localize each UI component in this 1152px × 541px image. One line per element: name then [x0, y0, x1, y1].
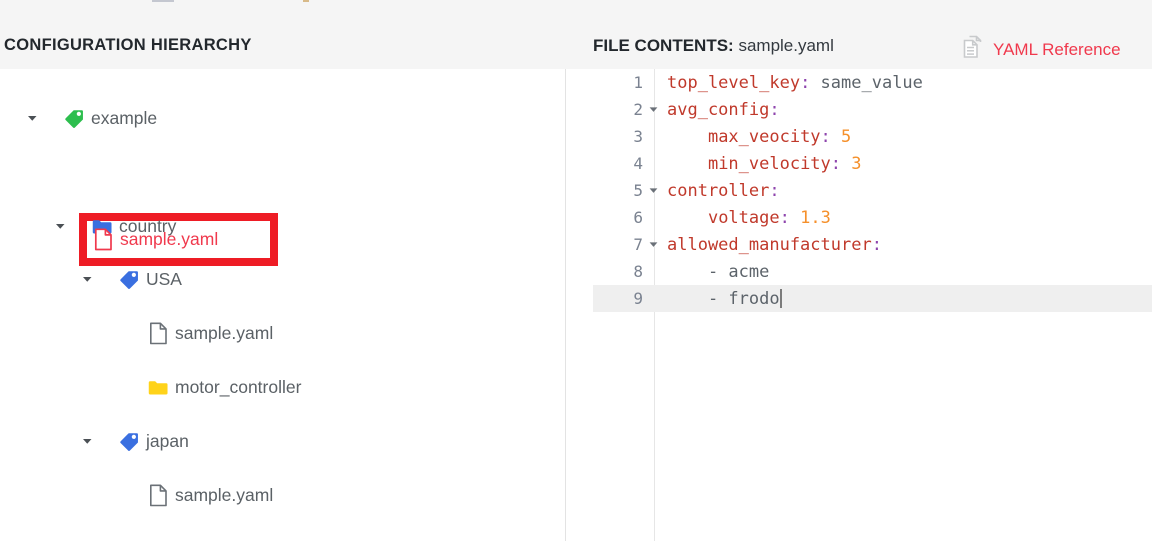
- chevron-down-icon[interactable]: [82, 427, 93, 455]
- yaml-reference-label: YAML Reference: [993, 39, 1121, 59]
- code-line[interactable]: 3 max_veocity: 5: [593, 123, 1152, 150]
- tag-green-icon: [64, 107, 84, 129]
- line-number: 2: [633, 100, 643, 119]
- line-number: 3: [633, 127, 643, 146]
- token-colon: :: [769, 99, 780, 120]
- code-lines: 1 top_level_key: same_value 2 avg_config: 3 …: [593, 69, 1152, 312]
- code-line[interactable]: 6 voltage: 1.3: [593, 204, 1152, 231]
- tree-row[interactable]: example: [27, 104, 157, 132]
- fold-toggle-icon[interactable]: [647, 106, 660, 113]
- file-contents-filename: sample.yaml: [738, 36, 834, 55]
- token-num: 1.3: [789, 207, 831, 228]
- token-key: allowed_manufacturer: [667, 234, 872, 255]
- code-text: - frodo: [660, 288, 782, 309]
- panel-divider: [565, 69, 593, 541]
- tree-row[interactable]: sample.yaml: [148, 481, 273, 509]
- token-dash: - acme: [707, 261, 770, 282]
- chevron-down-icon[interactable]: [55, 212, 66, 240]
- tree-item-label: USA: [146, 268, 182, 289]
- page-title-configuration-hierarchy: CONFIGURATION HIERARCHY: [4, 36, 252, 54]
- document-copy-icon: [962, 35, 984, 64]
- line-number: 5: [633, 181, 643, 200]
- token-colon: :: [820, 126, 831, 147]
- yaml-reference-link[interactable]: YAML Reference: [962, 35, 1121, 64]
- token-colon: :: [830, 153, 842, 174]
- tree-item-label: sample.yaml: [120, 228, 219, 249]
- line-number: 8: [633, 262, 643, 281]
- tag-blue-icon: [119, 268, 139, 290]
- cutoff-toolbar-fragment: [303, 0, 309, 2]
- token-key: avg_config: [667, 99, 770, 120]
- folder-yellow-icon: [148, 376, 168, 398]
- code-line[interactable]: 9 - frodo: [593, 285, 1152, 312]
- token-key: min_velocity: [707, 153, 831, 174]
- token-key: top_level_key: [667, 72, 801, 93]
- line-number: 1: [633, 73, 643, 92]
- text-cursor: [779, 288, 782, 308]
- token-str: same_value: [810, 72, 923, 93]
- line-number: 7: [633, 235, 643, 254]
- yaml-code-editor[interactable]: 1 top_level_key: same_value 2 avg_config: 3 …: [593, 69, 1152, 541]
- token-num: 3: [841, 153, 862, 174]
- code-text: - acme: [660, 262, 769, 282]
- configuration-hierarchy-tree: example sample.yaml country USA sample.y…: [0, 69, 565, 541]
- file-contents-header: FILE CONTENTS: sample.yaml: [593, 36, 834, 56]
- tag-blue-icon: [119, 430, 139, 452]
- file-red-icon: [93, 227, 113, 250]
- file-contents-label: FILE CONTENTS:: [593, 36, 734, 55]
- token-colon: :: [871, 234, 882, 255]
- file-gray-icon: [148, 322, 168, 344]
- fold-toggle-icon[interactable]: [647, 241, 660, 248]
- code-text: controller:: [660, 181, 780, 201]
- tree-item-label: sample.yaml: [175, 322, 274, 343]
- code-text: top_level_key: same_value: [660, 73, 923, 93]
- code-line[interactable]: 5 controller:: [593, 177, 1152, 204]
- chevron-down-icon[interactable]: [27, 104, 38, 132]
- token-key: controller: [667, 180, 770, 201]
- tree-row[interactable]: sample.yaml: [148, 319, 273, 347]
- line-number: 9: [633, 289, 643, 308]
- code-text: allowed_manufacturer:: [660, 235, 882, 255]
- tree-item-label: example: [91, 107, 158, 128]
- code-line[interactable]: 2 avg_config:: [593, 96, 1152, 123]
- token-key: voltage: [707, 207, 780, 228]
- token-colon: :: [779, 207, 790, 228]
- chevron-down-icon[interactable]: [82, 265, 93, 293]
- code-line[interactable]: 8 - acme: [593, 258, 1152, 285]
- line-number: 4: [633, 154, 643, 173]
- code-text: max_veocity: 5: [660, 127, 851, 147]
- code-line[interactable]: 1 top_level_key: same_value: [593, 69, 1152, 96]
- tree-row[interactable]: japan: [82, 427, 189, 455]
- tree-item-label: japan: [146, 430, 189, 451]
- code-text: avg_config:: [660, 100, 780, 120]
- token-colon: :: [769, 180, 780, 201]
- panel-headers: CONFIGURATION HIERARCHY FILE CONTENTS: s…: [0, 3, 1152, 69]
- cutoff-toolbar-fragment: [152, 0, 174, 2]
- tree-row[interactable]: motor_controller: [148, 373, 301, 401]
- code-text: voltage: 1.3: [660, 208, 831, 228]
- token-colon: :: [800, 72, 811, 93]
- token-dash: - frodo: [707, 288, 780, 309]
- tree-row[interactable]: USA: [82, 265, 182, 293]
- tree-row-selected[interactable]: sample.yaml: [93, 225, 218, 253]
- token-num: 5: [830, 126, 852, 147]
- code-line[interactable]: 4 min_velocity: 3: [593, 150, 1152, 177]
- code-text: min_velocity: 3: [660, 154, 862, 174]
- line-number: 6: [633, 208, 643, 227]
- code-line[interactable]: 7 allowed_manufacturer:: [593, 231, 1152, 258]
- fold-toggle-icon[interactable]: [647, 187, 660, 194]
- tree-item-label: motor_controller: [175, 376, 302, 397]
- file-gray-icon: [148, 484, 168, 506]
- tree-item-label: sample.yaml: [175, 484, 274, 505]
- token-key: max_veocity: [707, 126, 821, 147]
